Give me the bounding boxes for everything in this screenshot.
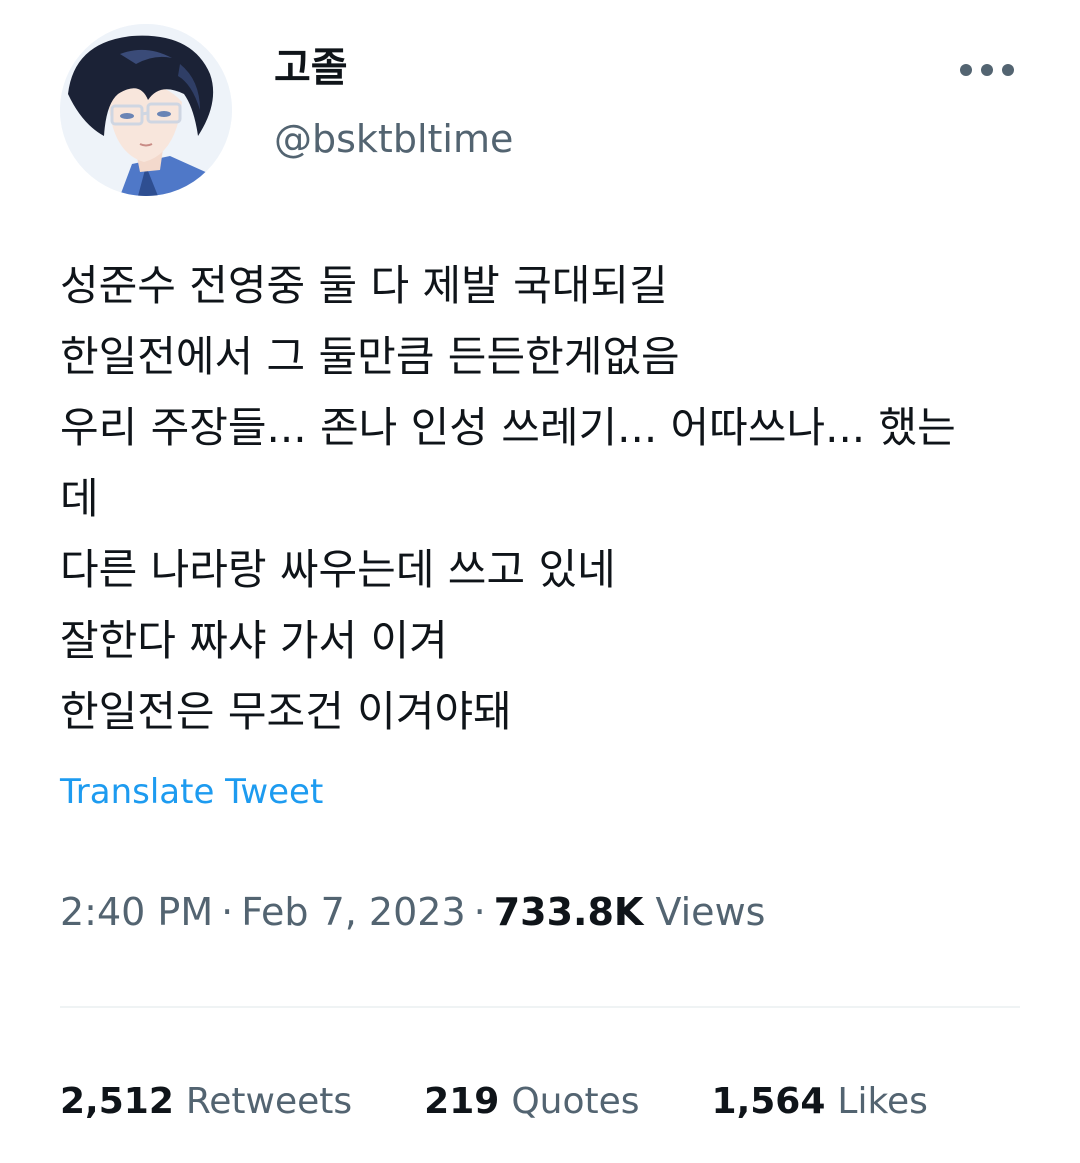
tweet-detail: 고졸 @bsktbltime 성준수 전영중 둘 다 제발 국대되길 한일전에서… [0, 0, 1080, 1163]
tweet-text-line: 한일전에서 그 둘만큼 든든한게없음 [60, 332, 680, 381]
meta-separator: · [221, 890, 234, 934]
tweet-text: 성준수 전영중 둘 다 제발 국대되길 한일전에서 그 둘만큼 든든한게없음 우… [60, 250, 1020, 747]
tweet-text-line: 한일전은 무조건 이겨야돼 [60, 687, 512, 736]
tweet-text-line: 우리 주장들... 존나 인성 쓰레기... 어따쓰나... 했는 [60, 403, 956, 452]
translate-tweet-link[interactable]: Translate Tweet [60, 768, 323, 816]
more-options-button[interactable] [950, 48, 1024, 92]
quotes-label: Quotes [511, 1081, 640, 1122]
retweets-label: Retweets [185, 1081, 353, 1122]
views-label: Views [655, 890, 766, 934]
likes-count: 1,564 [711, 1081, 826, 1122]
tweet-text-line: 데 [60, 474, 99, 523]
likes-stat[interactable]: 1,564 Likes [712, 1074, 928, 1130]
retweets-stat[interactable]: 2,512 Retweets [60, 1074, 352, 1130]
tweet-time[interactable]: 2:40 PM [60, 890, 213, 934]
views-count: 733.8K [493, 890, 644, 934]
anime-character-avatar-icon [60, 24, 232, 196]
likes-label: Likes [837, 1081, 928, 1122]
meta-separator: · [473, 890, 486, 934]
user-handle[interactable]: @bsktbltime [274, 112, 513, 166]
tweet-text-line: 잘한다 짜샤 가서 이겨 [60, 616, 448, 665]
quotes-count: 219 [424, 1081, 500, 1122]
divider [60, 1006, 1020, 1008]
quotes-stat[interactable]: 219 Quotes [424, 1074, 639, 1130]
avatar[interactable] [60, 24, 232, 196]
retweets-count: 2,512 [60, 1081, 174, 1122]
tweet-text-line: 다른 나라랑 싸우는데 쓰고 있네 [60, 545, 616, 594]
engagement-stats: 2,512 Retweets 219 Quotes 1,564 Likes [60, 1074, 928, 1130]
display-name[interactable]: 고졸 [274, 40, 348, 96]
more-horizontal-icon [960, 64, 1014, 76]
tweet-date[interactable]: Feb 7, 2023 [241, 890, 465, 934]
tweet-text-line: 성준수 전영중 둘 다 제발 국대되길 [60, 261, 668, 310]
tweet-meta: 2:40 PM · Feb 7, 2023 · 733.8K Views [60, 884, 765, 940]
